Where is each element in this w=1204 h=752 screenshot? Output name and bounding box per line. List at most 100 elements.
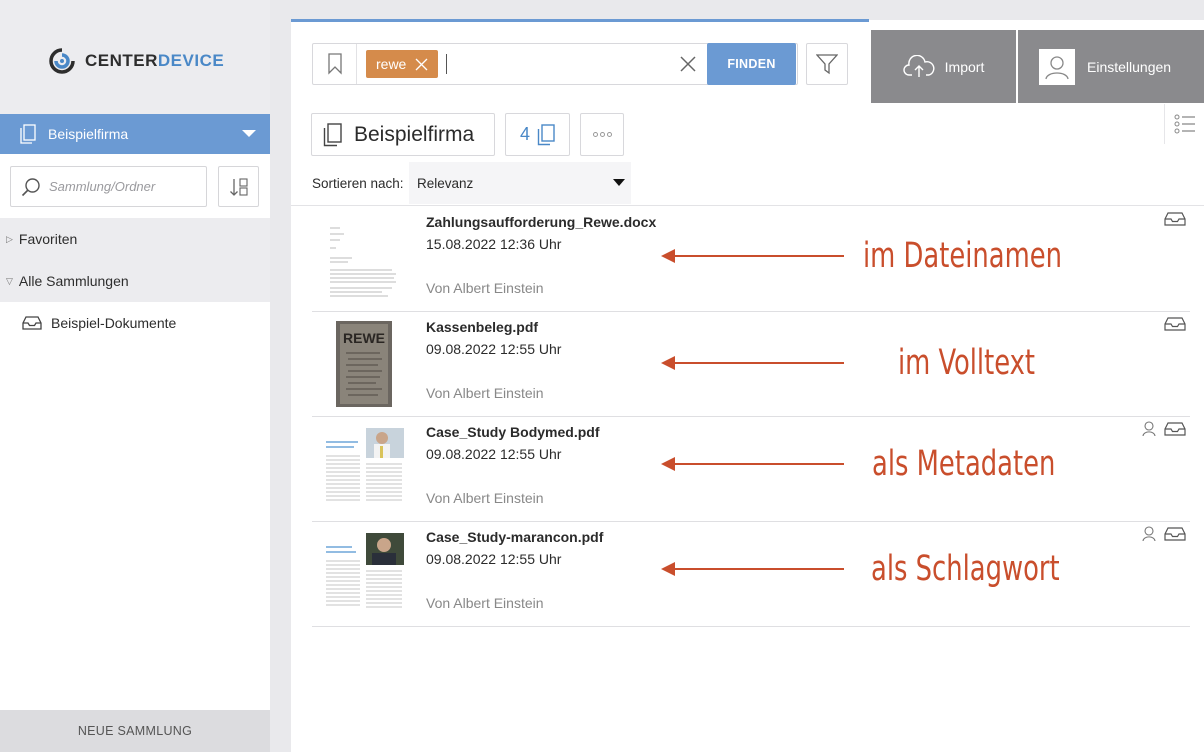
annotation-text: als Schlagwort <box>871 549 1060 589</box>
thumbnail-text: REWE <box>343 330 385 346</box>
sort-dropdown[interactable]: Relevanz <box>409 162 631 204</box>
avatar <box>1039 48 1075 85</box>
breadcrumb-folder: Beispielfirma <box>354 122 475 146</box>
expand-down-icon: ▽ <box>6 275 13 286</box>
more-icon <box>592 132 612 137</box>
logo-icon <box>49 48 75 74</box>
document-thumbnail[interactable]: REWE <box>322 321 406 407</box>
document-thumbnail[interactable] <box>322 531 406 617</box>
app-window: CENTERDEVICE Beispielfirma Sammlung/Ordn… <box>0 0 1204 752</box>
bookmark-icon <box>327 53 342 75</box>
import-button[interactable]: Import <box>871 30 1016 103</box>
sort-value: Relevanz <box>417 175 474 191</box>
company-name: Beispielfirma <box>48 126 129 142</box>
document-title[interactable]: Case_Study Bodymed.pdf <box>426 424 599 440</box>
collection-tray-icon <box>1164 317 1186 331</box>
list-divider <box>291 205 1204 206</box>
annotation-text: im Volltext <box>898 343 1036 383</box>
documents-icon <box>537 123 555 145</box>
find-button[interactable]: FINDEN <box>707 43 796 85</box>
document-row[interactable]: REWE Kassenbeleg.pdf 09.08.2022 12:55 Uh… <box>312 312 1190 417</box>
tree-item-label: Alle Sammlungen <box>18 273 129 289</box>
annotation-text: im Dateinamen <box>863 236 1063 276</box>
document-icon <box>20 124 36 144</box>
clear-search-icon[interactable] <box>679 55 697 73</box>
document-date: 09.08.2022 12:55 Uhr <box>426 446 562 462</box>
arrow-line <box>664 463 844 465</box>
sidebar: CENTERDEVICE Beispielfirma Sammlung/Ordn… <box>0 0 270 752</box>
document-author: Von Albert Einstein <box>426 280 544 296</box>
settings-label: Einstellungen <box>1087 58 1172 75</box>
arrow-left-icon <box>661 249 675 263</box>
search-icon <box>21 177 40 196</box>
text-cursor <box>446 54 447 74</box>
bookmark-button[interactable] <box>313 44 357 84</box>
more-options-button[interactable] <box>580 113 624 156</box>
collection-label: Beispiel-Dokumente <box>51 315 177 331</box>
document-icon <box>323 122 342 146</box>
arrow-left-icon <box>661 356 675 370</box>
document-thumbnail[interactable] <box>322 216 406 302</box>
collection-tray-icon <box>1164 422 1186 436</box>
collection-tray-icon <box>1164 212 1186 226</box>
document-row[interactable]: Case_Study Bodymed.pdf 09.08.2022 12:55 … <box>312 417 1190 522</box>
sort-icon <box>229 177 248 196</box>
arrow-line <box>664 568 844 570</box>
user-icon <box>1142 421 1156 437</box>
document-date: 15.08.2022 12:36 Uhr <box>426 236 562 252</box>
tree-item-alle-sammlungen[interactable]: ▽ Alle Sammlungen <box>0 260 270 302</box>
document-title[interactable]: Kassenbeleg.pdf <box>426 319 538 335</box>
chevron-down-icon <box>242 130 256 137</box>
logo-part2: DEVICE <box>157 51 225 70</box>
document-title[interactable]: Zahlungsaufforderung_Rewe.docx <box>426 214 656 230</box>
tag-remove-icon[interactable] <box>415 58 428 71</box>
arrow-line <box>664 255 844 257</box>
list-view-icon <box>1174 114 1195 134</box>
row-icons <box>1164 211 1186 227</box>
row-icons <box>1142 526 1186 542</box>
sort-label: Sortieren nach: <box>312 175 404 191</box>
document-thumbnail[interactable] <box>322 426 406 512</box>
document-title[interactable]: Case_Study-marancon.pdf <box>426 529 603 545</box>
expand-right-icon: ▷ <box>6 233 13 244</box>
row-icons <box>1142 421 1186 437</box>
filter-icon <box>816 54 838 75</box>
arrow-left-icon <box>661 457 675 471</box>
sort-collections-button[interactable] <box>218 166 259 207</box>
document-count-button[interactable]: 4 <box>505 113 570 156</box>
collection-item-beispiel-dokumente[interactable]: Beispiel-Dokumente <box>0 302 270 344</box>
user-icon <box>1142 526 1156 542</box>
annotation-text: als Metadaten <box>872 444 1056 484</box>
collection-tray-icon <box>22 316 42 330</box>
cloud-upload-icon <box>903 54 935 77</box>
company-selector[interactable]: Beispielfirma <box>0 114 270 154</box>
centerdevice-logo[interactable]: CENTERDEVICE <box>48 47 224 75</box>
tree-item-favoriten[interactable]: ▷ Favoriten <box>0 218 270 260</box>
search-tag-label: rewe <box>376 56 407 72</box>
collection-tree: ▷ Favoriten ▽ Alle Sammlungen <box>0 218 270 302</box>
chevron-down-icon <box>613 179 625 186</box>
user-icon <box>1045 55 1069 79</box>
document-author: Von Albert Einstein <box>426 595 544 611</box>
document-date: 09.08.2022 12:55 Uhr <box>426 551 562 567</box>
settings-button[interactable]: Einstellungen <box>1018 30 1204 103</box>
collection-search-area: Sammlung/Ordner <box>0 154 270 218</box>
document-count: 4 <box>519 124 530 144</box>
document-author: Von Albert Einstein <box>426 385 544 401</box>
collection-tray-icon <box>1164 527 1186 541</box>
arrow-left-icon <box>661 562 675 576</box>
document-date: 09.08.2022 12:55 Uhr <box>426 341 562 357</box>
new-collection-button[interactable]: NEUE SAMMLUNG <box>0 710 270 752</box>
tree-item-label: Favoriten <box>18 231 78 247</box>
search-tag-chip[interactable]: rewe <box>366 50 439 78</box>
main-topline <box>291 19 869 22</box>
collection-search-placeholder: Sammlung/Ordner <box>49 179 156 194</box>
logo-part1: CENTER <box>85 51 158 70</box>
document-author: Von Albert Einstein <box>426 490 544 506</box>
import-label: Import <box>944 58 985 75</box>
breadcrumb[interactable]: Beispielfirma <box>311 113 495 156</box>
collection-search-input[interactable]: Sammlung/Ordner <box>10 166 207 207</box>
filter-button[interactable] <box>806 43 848 85</box>
arrow-line <box>664 362 844 364</box>
list-view-toggle[interactable] <box>1164 104 1204 144</box>
